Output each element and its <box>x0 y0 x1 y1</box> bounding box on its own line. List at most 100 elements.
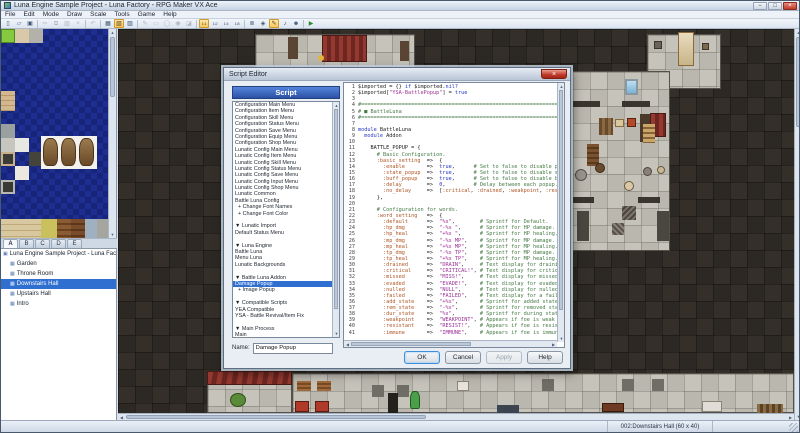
help-button[interactable]: Help <box>527 351 563 364</box>
statue-sprite[interactable] <box>61 138 76 166</box>
statue-sprite[interactable] <box>43 138 58 166</box>
character-generator-icon[interactable]: ☻ <box>291 19 301 28</box>
menu-scale[interactable]: Scale <box>86 11 110 19</box>
dialog-title-bar[interactable]: Script Editor <box>224 68 570 81</box>
zoom-1-2-icon[interactable]: 1:2 <box>210 19 220 28</box>
menu-edit[interactable]: Edit <box>19 11 38 19</box>
scroll-down-icon[interactable]: ▼ <box>109 231 116 238</box>
code-vscroll-thumb[interactable] <box>559 90 563 310</box>
palette-tab-a[interactable]: A <box>3 239 18 248</box>
tile-steel[interactable] <box>85 219 97 238</box>
materials-icon[interactable]: ◈ <box>258 19 268 28</box>
palette-tab-b[interactable]: B <box>19 239 34 248</box>
code-vscrollbar[interactable]: ▲ ▼ <box>557 83 564 342</box>
tile-bricks[interactable] <box>1 91 15 111</box>
tile-grass[interactable] <box>1 29 15 43</box>
playtest-icon[interactable]: ▶ <box>306 19 316 28</box>
tile-stone[interactable] <box>29 29 43 43</box>
tile-shelf2[interactable] <box>71 219 85 238</box>
scroll-up-icon[interactable]: ▲ <box>795 29 800 36</box>
event-mode-icon[interactable]: ▧ <box>114 19 124 28</box>
map-vscrollbar[interactable]: ▲ ▼ <box>794 29 800 420</box>
code-hscrollbar[interactable]: ◀ ▶ <box>344 340 557 347</box>
tile-olive[interactable] <box>41 219 57 238</box>
copy-icon[interactable]: ⧉ <box>51 19 61 28</box>
script-list-scrollbar[interactable]: ▲ ▼ <box>332 102 339 337</box>
menu-game[interactable]: Game <box>134 11 160 19</box>
close-icon[interactable]: × <box>783 2 797 10</box>
tileset-canvas[interactable] <box>1 29 109 238</box>
scroll-left-icon[interactable]: ◀ <box>344 341 351 348</box>
map-mode-icon[interactable]: ▦ <box>103 19 113 28</box>
zoom-1-1-icon[interactable]: 1:1 <box>199 19 209 28</box>
maximize-icon[interactable]: □ <box>768 2 782 10</box>
menu-help[interactable]: Help <box>159 11 180 19</box>
code-lines[interactable]: 1$imported = {} if $imported.nil?2$impor… <box>344 84 557 340</box>
tree-root[interactable]: ▣Luna Engine Sample Project - Luna Fact <box>1 249 116 259</box>
tile-shelf[interactable] <box>57 219 71 238</box>
dialog-close-icon[interactable]: × <box>541 69 567 79</box>
cancel-button[interactable]: Cancel <box>445 351 481 364</box>
tree-item-upstairs-hall[interactable]: ▦Upstairs Hall <box>1 289 116 299</box>
ok-button[interactable]: OK <box>404 351 440 364</box>
pencil-tool-icon[interactable]: ✎ <box>140 19 150 28</box>
tile-dark-frame[interactable] <box>1 152 15 166</box>
window-title-bar[interactable]: Luna Engine Sample Project - Luna Factor… <box>1 1 799 11</box>
delete-icon[interactable]: × <box>73 19 83 28</box>
tree-item-throne-room[interactable]: ▦Throne Room <box>1 269 116 279</box>
rectangle-tool-icon[interactable]: ▭ <box>151 19 161 28</box>
palette-scrollbar[interactable]: ▲ ▼ <box>108 29 116 238</box>
map-hscroll-thumb[interactable] <box>126 415 426 419</box>
menu-tools[interactable]: Tools <box>110 11 133 19</box>
scroll-right-icon[interactable]: ▶ <box>550 341 557 348</box>
tile-floor-light[interactable] <box>15 138 29 152</box>
database-icon[interactable]: ≣ <box>247 19 257 28</box>
open-project-icon[interactable]: ▱ <box>14 19 24 28</box>
map-vscroll-thumb[interactable] <box>796 37 800 127</box>
zoom-1-8-icon[interactable]: 1:8 <box>232 19 242 28</box>
scroll-up-icon[interactable]: ▲ <box>558 83 565 90</box>
script-item[interactable]: Main <box>233 332 339 338</box>
code-hscroll-thumb[interactable] <box>351 342 471 346</box>
new-project-icon[interactable]: ▯ <box>3 19 13 28</box>
statue-sprite[interactable] <box>79 138 94 166</box>
menu-draw[interactable]: Draw <box>63 11 86 19</box>
tile-floor[interactable] <box>1 138 15 152</box>
scroll-down-icon[interactable]: ▼ <box>558 335 565 342</box>
resize-grip-icon[interactable] <box>789 423 798 432</box>
tile-wood-floor[interactable] <box>1 219 41 238</box>
script-list-scroll-thumb[interactable] <box>334 109 338 309</box>
tree-item-intro[interactable]: ▦Intro <box>1 299 116 309</box>
palette-tab-e[interactable]: E <box>67 239 82 248</box>
paste-icon[interactable]: ▥ <box>62 19 72 28</box>
palette-tab-d[interactable]: D <box>51 239 66 248</box>
menu-mode[interactable]: Mode <box>39 11 63 19</box>
cut-icon[interactable]: ✂ <box>40 19 50 28</box>
undo-icon[interactable]: ↶ <box>88 19 98 28</box>
scroll-down-icon[interactable]: ▼ <box>333 330 340 337</box>
palette-tab-c[interactable]: C <box>35 239 50 248</box>
region-mode-icon[interactable]: ▨ <box>125 19 135 28</box>
menu-file[interactable]: File <box>1 11 19 19</box>
ellipse-tool-icon[interactable]: ◯ <box>162 19 172 28</box>
zoom-1-4-icon[interactable]: 1:4 <box>221 19 231 28</box>
save-project-icon[interactable]: ▣ <box>25 19 35 28</box>
tile-sand[interactable] <box>15 29 29 43</box>
scroll-down-icon[interactable]: ▼ <box>795 413 800 420</box>
tile-white[interactable] <box>15 166 29 180</box>
palette-scroll-thumb[interactable] <box>110 37 115 97</box>
tile-dark-frame2[interactable] <box>1 180 15 194</box>
script-name-input[interactable] <box>253 343 333 354</box>
tree-item-downstairs-hall[interactable]: ▦Downstairs Hall <box>1 279 116 289</box>
script-editor-icon[interactable]: ✎ <box>269 19 279 28</box>
minimize-icon[interactable]: − <box>753 2 767 10</box>
code-editor[interactable]: 1$imported = {} if $imported.nil?2$impor… <box>343 82 565 348</box>
scroll-up-icon[interactable]: ▲ <box>333 102 340 109</box>
shadow-pen-tool-icon[interactable]: ◪ <box>184 19 194 28</box>
flood-fill-tool-icon[interactable]: ◉ <box>173 19 183 28</box>
scroll-up-icon[interactable]: ▲ <box>109 29 116 36</box>
sound-test-icon[interactable]: ♪ <box>280 19 290 28</box>
map-hscrollbar[interactable]: ◀ ▶ <box>118 413 794 420</box>
tree-item-garden[interactable]: ▦Garden <box>1 259 116 269</box>
tile-gray[interactable] <box>1 124 15 138</box>
